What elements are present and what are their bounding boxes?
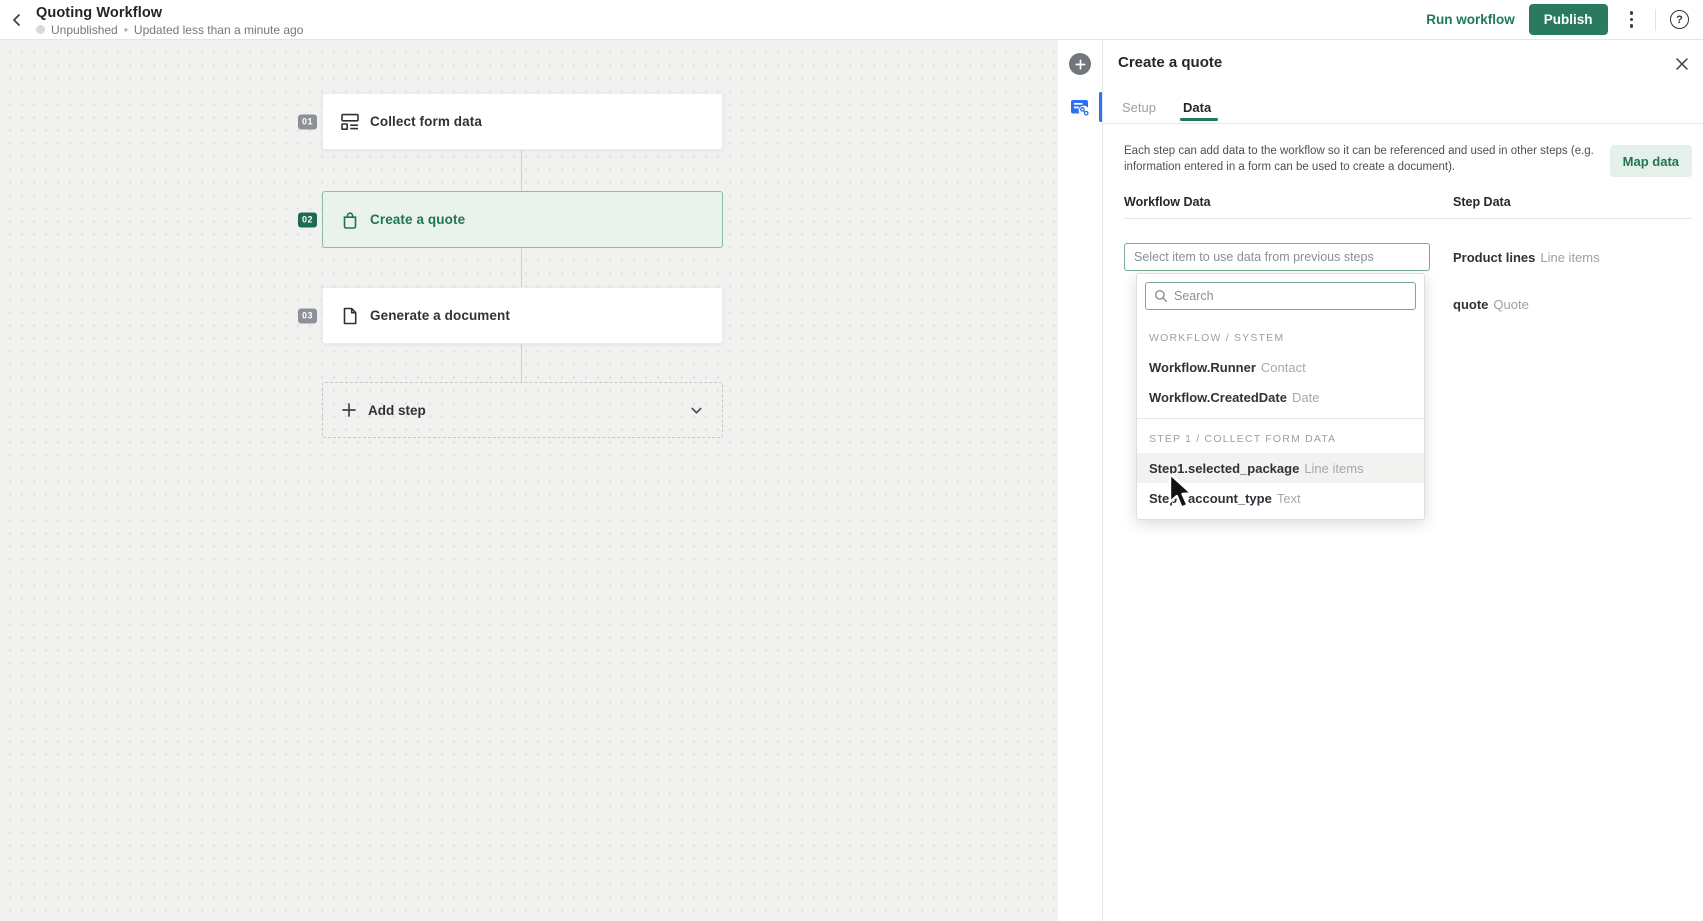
tab-data[interactable]: Data <box>1183 100 1211 115</box>
connector-line <box>521 150 522 191</box>
step-number-badge: 01 <box>298 114 317 129</box>
workflow-data-header: Workflow Data <box>1124 195 1211 209</box>
chevron-down-icon[interactable] <box>689 403 704 418</box>
step-data-row-quote: quote Quote <box>1453 290 1529 318</box>
document-icon <box>340 306 360 326</box>
chevron-left-icon <box>10 13 24 27</box>
step-label: Generate a document <box>370 308 510 323</box>
connector-line <box>521 344 522 382</box>
workflow-canvas: 01 Collect form data 02 Create a qu <box>0 40 1058 921</box>
dropdown-item-step1-selected-package[interactable]: Step1.selected_package Line items <box>1137 453 1424 483</box>
close-icon[interactable] <box>1673 55 1691 73</box>
step-label: Collect form data <box>370 114 482 129</box>
add-step-button[interactable]: Add step <box>322 382 723 438</box>
dropdown-item-workflow-createddate[interactable]: Workflow.CreatedDate Date <box>1137 382 1424 412</box>
step-card-generate-a-document[interactable]: 03 Generate a document <box>322 287 723 344</box>
back-button[interactable] <box>8 9 26 31</box>
search-icon <box>1154 289 1168 303</box>
panel-title: Create a quote <box>1118 54 1222 71</box>
data-select-dropdown: WORKFLOW / SYSTEM Workflow.Runner Contac… <box>1136 273 1425 520</box>
search-box[interactable] <box>1145 282 1416 310</box>
dropdown-item-step1-account-type[interactable]: Step1.account_type Text <box>1137 483 1424 513</box>
help-button[interactable]: ? <box>1670 10 1689 29</box>
updated-text: Updated less than a minute ago <box>134 23 303 37</box>
separator-dot: • <box>124 23 128 37</box>
plus-icon <box>341 402 357 418</box>
search-input[interactable] <box>1174 289 1407 303</box>
divider <box>1103 123 1703 124</box>
question-mark-icon: ? <box>1676 14 1683 26</box>
step-number-badge: 03 <box>298 308 317 323</box>
active-indicator <box>1099 92 1102 122</box>
add-panel-button[interactable] <box>1069 53 1091 75</box>
step-card-collect-form-data[interactable]: 01 Collect form data <box>322 93 723 150</box>
step-data-row-product-lines: Product lines Line items <box>1453 243 1600 271</box>
top-bar: Quoting Workflow Unpublished • Updated l… <box>0 0 1703 40</box>
step-number-badge: 02 <box>298 212 317 227</box>
step-card-create-a-quote[interactable]: 02 Create a quote <box>322 191 723 248</box>
data-tab-description: Each step can add data to the workflow s… <box>1124 143 1602 175</box>
step-label: Create a quote <box>370 212 465 227</box>
plus-icon <box>1075 59 1086 70</box>
data-select-input[interactable] <box>1124 243 1430 271</box>
workflow-status: Unpublished • Updated less than a minute… <box>36 23 303 37</box>
status-dot-icon <box>36 25 45 34</box>
divider <box>1655 9 1656 31</box>
status-text: Unpublished <box>51 23 118 37</box>
step-data-header: Step Data <box>1453 195 1511 209</box>
publish-button[interactable]: Publish <box>1529 4 1608 35</box>
more-options-button[interactable] <box>1622 5 1642 34</box>
bag-icon <box>340 210 360 230</box>
divider <box>1124 218 1692 219</box>
step-settings-panel: Create a quote Setup Data Each step can … <box>1103 40 1703 921</box>
page-title: Quoting Workflow <box>36 5 303 21</box>
dropdown-item-workflow-runner[interactable]: Workflow.Runner Contact <box>1137 352 1424 382</box>
map-data-button[interactable]: Map data <box>1610 145 1692 177</box>
run-workflow-button[interactable]: Run workflow <box>1426 12 1515 27</box>
tab-setup[interactable]: Setup <box>1122 100 1156 115</box>
panel-rail <box>1058 40 1103 921</box>
connector-line <box>521 248 522 287</box>
rail-item-data-mapping[interactable] <box>1058 92 1102 122</box>
dropdown-section-title: WORKFLOW / SYSTEM <box>1137 318 1424 352</box>
add-step-label: Add step <box>368 403 689 418</box>
form-icon <box>340 112 360 132</box>
data-flow-icon <box>1070 97 1090 117</box>
dropdown-section-title: STEP 1 / COLLECT FORM DATA <box>1137 419 1424 453</box>
active-tab-underline <box>1180 118 1218 121</box>
